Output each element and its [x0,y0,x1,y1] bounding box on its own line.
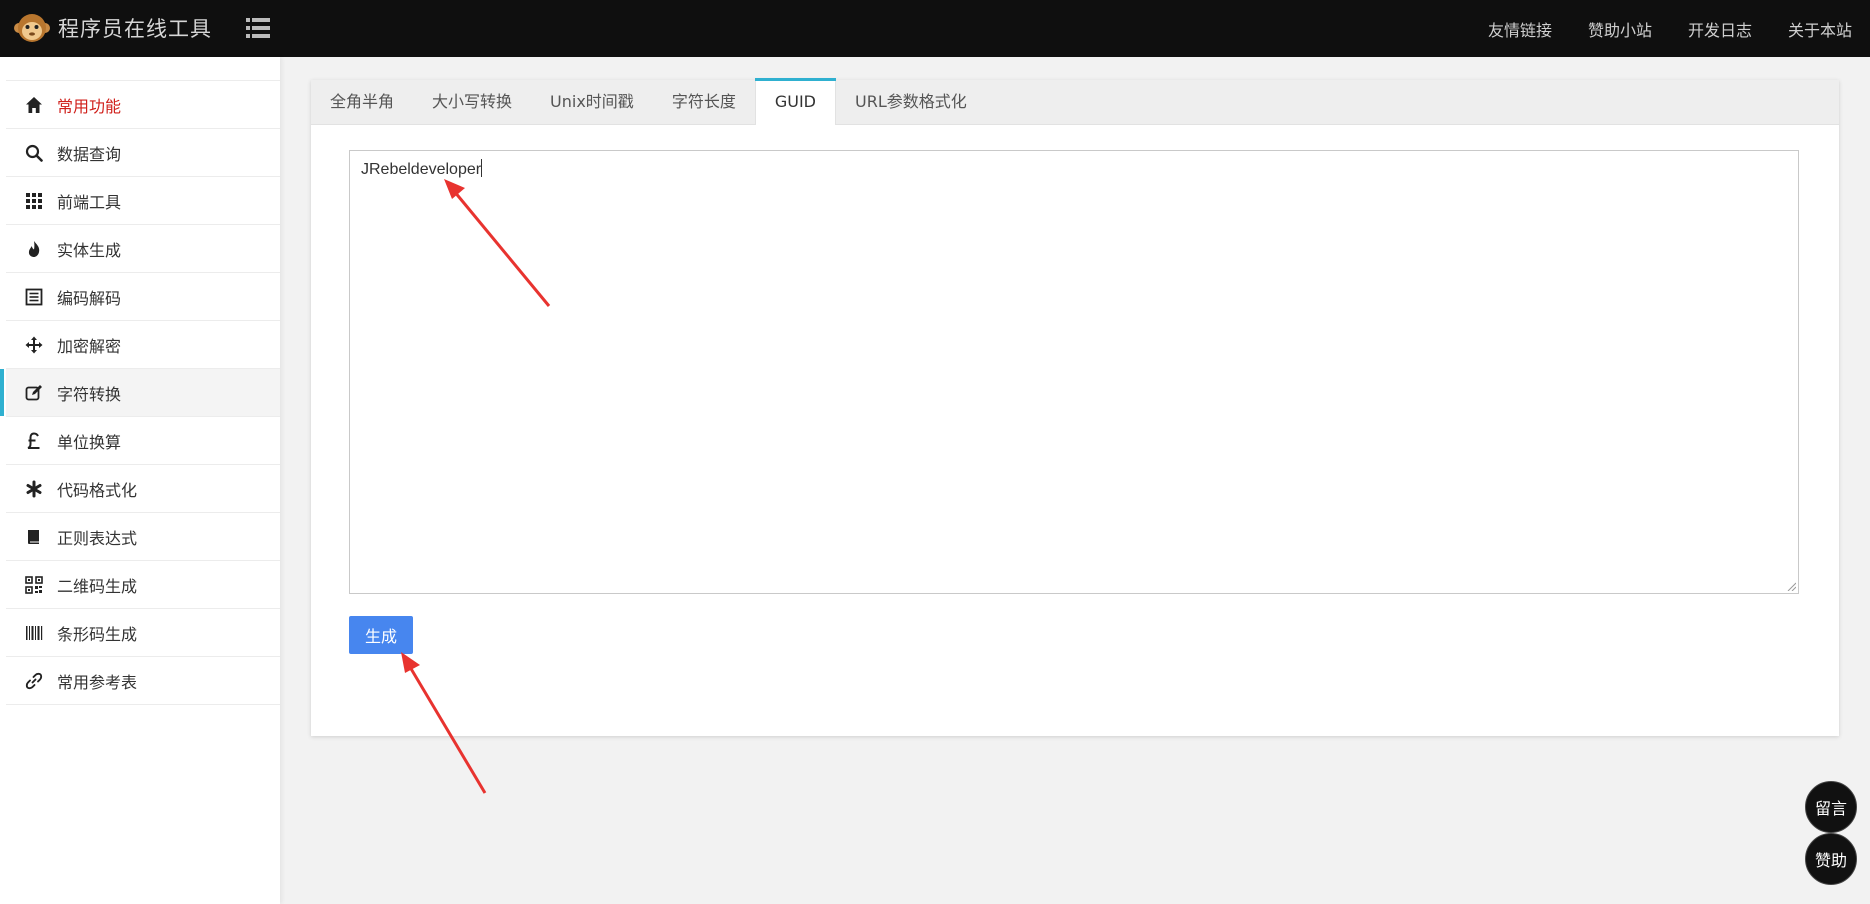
sidebar-item-label: 前端工具 [57,192,122,212]
sidebar-menu: 常用功能 数据查询 前端工具 实体生成 编码解码 加密解密 字符转换 单位换算 … [0,80,280,705]
sponsor-button[interactable]: 赞助 [1805,833,1857,885]
tab-unix-timestamp[interactable]: Unix时间戳 [531,80,653,124]
tool-panel: 全角半角 大小写转换 Unix时间戳 字符长度 GUID URL参数格式化 JR… [311,78,1839,736]
search-icon [24,143,44,163]
grid-icon [24,191,44,211]
top-header: 程序员在线工具 友情链接 赞助小站 开发日志 关于本站 [0,0,1870,57]
sidebar-item-unit[interactable]: 单位换算 [6,416,280,464]
nav-friend-links[interactable]: 友情链接 [1488,17,1552,41]
site-logo[interactable]: 程序员在线工具 [14,12,212,44]
top-nav: 友情链接 赞助小站 开发日志 关于本站 [1452,0,1852,57]
sidebar-item-label: 代码格式化 [57,480,138,500]
monkey-logo-icon [14,14,50,42]
sidebar-item-reference[interactable]: 常用参考表 [6,656,280,705]
sidebar-item-label: 实体生成 [57,240,122,260]
sidebar-item-data-query[interactable]: 数据查询 [6,128,280,176]
sidebar-item-label: 加密解密 [57,336,122,356]
tab-case-convert[interactable]: 大小写转换 [413,80,531,124]
sidebar-item-label: 二维码生成 [57,576,138,596]
list-menu-icon[interactable] [246,17,270,39]
site-title: 程序员在线工具 [58,17,212,41]
link-icon [24,671,44,691]
sidebar-item-frontend[interactable]: 前端工具 [6,176,280,224]
sidebar-item-regex[interactable]: 正则表达式 [6,512,280,560]
textarea-value: JRebeldeveloper [361,161,482,178]
generate-button[interactable]: 生成 [349,616,413,654]
sidebar-item-label: 编码解码 [57,288,122,308]
sidebar-item-label: 数据查询 [57,144,122,164]
sidebar: 常用功能 数据查询 前端工具 实体生成 编码解码 加密解密 字符转换 单位换算 … [0,57,280,904]
nav-dev-log[interactable]: 开发日志 [1688,17,1752,41]
sidebar-item-label: 常用功能 [57,96,122,116]
resize-handle-icon[interactable] [1786,581,1796,591]
sidebar-item-label: 常用参考表 [57,672,138,692]
nav-sponsor[interactable]: 赞助小站 [1588,17,1652,41]
sidebar-item-char-convert[interactable]: 字符转换 [0,368,280,416]
edit-icon [24,383,44,403]
tab-url-params[interactable]: URL参数格式化 [836,80,986,124]
sidebar-item-qrcode[interactable]: 二维码生成 [6,560,280,608]
text-caret [481,159,483,177]
guid-textarea[interactable]: JRebeldeveloper [349,150,1799,594]
sidebar-item-encrypt[interactable]: 加密解密 [6,320,280,368]
tool-tabs: 全角半角 大小写转换 Unix时间戳 字符长度 GUID URL参数格式化 [311,78,1839,125]
sidebar-item-label: 单位换算 [57,432,122,452]
tab-full-half-width[interactable]: 全角半角 [311,80,413,124]
home-icon [24,95,44,115]
sidebar-item-entity[interactable]: 实体生成 [6,224,280,272]
sidebar-item-barcode[interactable]: 条形码生成 [6,608,280,656]
sidebar-item-label: 正则表达式 [57,528,138,548]
move-arrows-icon [24,335,44,355]
qrcode-icon [24,575,44,595]
sidebar-item-encode[interactable]: 编码解码 [6,272,280,320]
barcode-icon [24,623,44,643]
tab-guid[interactable]: GUID [754,78,837,125]
book-icon [24,527,44,547]
sidebar-item-common[interactable]: 常用功能 [6,80,280,128]
tab-char-length[interactable]: 字符长度 [653,80,755,124]
asterisk-icon [24,479,44,499]
list-box-icon [24,287,44,307]
nav-about[interactable]: 关于本站 [1788,17,1852,41]
sidebar-item-label: 条形码生成 [57,624,138,644]
pound-icon [24,431,44,451]
sidebar-item-label: 字符转换 [57,384,122,404]
sidebar-item-code-format[interactable]: 代码格式化 [6,464,280,512]
message-button[interactable]: 留言 [1805,781,1857,833]
fire-icon [24,239,44,259]
